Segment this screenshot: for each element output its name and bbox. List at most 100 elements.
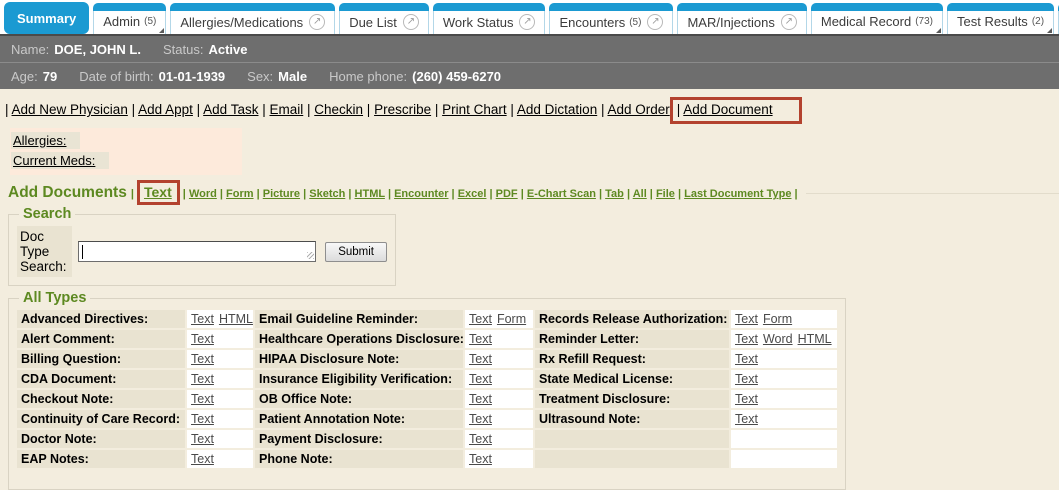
action-link-add-document[interactable]: Add Document [683, 102, 772, 117]
doc-open-link-text[interactable]: Text [735, 412, 758, 426]
tab-due-list[interactable]: Due List ↗ [339, 3, 429, 34]
doc-type-link-e-chart-scan[interactable]: E-Chart Scan [527, 188, 596, 200]
doc-links-cell: Text [731, 350, 837, 368]
tab-label: Summary [17, 11, 76, 26]
tab-mar-injections[interactable]: MAR/Injections↗ [677, 3, 806, 34]
tab-label: Test Results [957, 14, 1028, 29]
tab-content-row: Admin(5) [94, 11, 165, 33]
patient-status: Active [208, 42, 247, 57]
tab-test-results[interactable]: Test Results(2) [947, 3, 1054, 34]
action-link-checkin[interactable]: Checkin [314, 102, 363, 117]
highlight-box-text: Text [137, 180, 180, 205]
action-link-add-task[interactable]: Add Task [203, 102, 258, 117]
tab-count: (5) [629, 17, 641, 28]
tab-content-row: Encounters (5) ↗ [550, 11, 672, 34]
doc-type-link-excel[interactable]: Excel [458, 188, 487, 200]
doc-label-state-medical-license: State Medical License: [535, 370, 729, 388]
action-link-print-chart[interactable]: Print Chart [442, 102, 507, 117]
doc-links-cell: Text [187, 370, 253, 388]
action-link-add-dictation[interactable]: Add Dictation [517, 102, 597, 117]
doc-open-link-form[interactable]: Form [763, 312, 792, 326]
doc-open-link-text[interactable]: Text [469, 392, 492, 406]
doc-open-link-word[interactable]: Word [763, 332, 793, 346]
doc-type-link-last-document-type[interactable]: Last Document Type [684, 188, 791, 200]
current-meds-link[interactable]: Current Meds: [11, 152, 109, 169]
doc-label-hipaa-disclosure-note: HIPAA Disclosure Note: [255, 350, 463, 368]
doc-type-link-sketch[interactable]: Sketch [309, 188, 345, 200]
action-link-add-new-physician[interactable]: Add New Physician [12, 102, 128, 117]
doc-type-link-picture[interactable]: Picture [263, 188, 300, 200]
tab-work-status[interactable]: Work Status ↗ [433, 3, 546, 34]
doc-type-link-word[interactable]: Word [189, 188, 217, 200]
tab-allergies-medications[interactable]: Allergies/Medications↗ [170, 3, 335, 34]
doc-open-link-text[interactable]: Text [469, 452, 492, 466]
doc-open-link-text[interactable]: Text [191, 392, 214, 406]
doc-type-search-input[interactable] [78, 241, 316, 262]
doc-open-link-text[interactable]: Text [191, 412, 214, 426]
open-in-new-icon[interactable]: ↗ [519, 14, 535, 30]
open-in-new-icon[interactable]: ↗ [403, 14, 419, 30]
doc-open-link-text[interactable]: Text [735, 352, 758, 366]
tab-medical-record[interactable]: Medical Record(73) [811, 3, 943, 34]
doc-label-rx-refill-request: Rx Refill Request: [535, 350, 729, 368]
doc-links-cell: Text [187, 390, 253, 408]
dropdown-corner-icon [936, 28, 941, 33]
tab-content-row: Test Results(2) [948, 11, 1053, 33]
tab-top-strip [947, 3, 1054, 11]
doc-open-link-text[interactable]: Text [191, 312, 214, 326]
doc-open-link-text[interactable]: Text [469, 432, 492, 446]
doc-label-empty [535, 450, 729, 468]
doc-links-cell: Text [731, 410, 837, 428]
doc-open-link-text[interactable]: Text [191, 432, 214, 446]
doc-open-link-text[interactable]: Text [735, 392, 758, 406]
resize-handle-icon [307, 252, 314, 259]
doc-open-link-text[interactable]: Text [469, 412, 492, 426]
doc-label-phone-note: Phone Note: [255, 450, 463, 468]
doc-open-link-text[interactable]: Text [469, 312, 492, 326]
doc-type-link-pdf[interactable]: PDF [496, 188, 518, 200]
open-in-new-icon[interactable]: ↗ [309, 14, 325, 30]
tab-encounters[interactable]: Encounters (5) ↗ [549, 3, 673, 34]
text-caret [82, 245, 83, 259]
action-link-add-order[interactable]: Add Order [607, 102, 669, 117]
action-link-add-appt[interactable]: Add Appt [138, 102, 193, 117]
doc-open-link-text[interactable]: Text [735, 372, 758, 386]
doc-links-cell: Text [731, 370, 837, 388]
tab-label: Encounters [559, 15, 625, 30]
doc-label-records-release-authorization: Records Release Authorization: [535, 310, 729, 328]
doc-links-cell: Text [187, 410, 253, 428]
doc-type-link-html[interactable]: HTML [355, 188, 385, 200]
doc-open-link-text[interactable]: Text [735, 312, 758, 326]
tab-label: Work Status [443, 15, 514, 30]
allergies-link[interactable]: Allergies: [11, 132, 80, 149]
tab-content-row: Summary [5, 3, 88, 33]
doc-open-link-text[interactable]: Text [469, 332, 492, 346]
tab-label: Due List [349, 15, 397, 30]
doc-open-link-form[interactable]: Form [497, 312, 526, 326]
doc-type-link-encounter[interactable]: Encounter [394, 188, 448, 200]
action-link-prescribe[interactable]: Prescribe [374, 102, 431, 117]
doc-open-link-text[interactable]: Text [191, 352, 214, 366]
doc-type-link-file[interactable]: File [656, 188, 675, 200]
doc-open-link-html[interactable]: HTML [798, 332, 832, 346]
doc-type-link-tab[interactable]: Tab [605, 188, 624, 200]
doc-open-link-text[interactable]: Text [469, 372, 492, 386]
tab-label: Medical Record [821, 14, 911, 29]
doc-open-link-text[interactable]: Text [469, 352, 492, 366]
open-in-new-icon[interactable]: ↗ [781, 14, 797, 30]
doc-open-link-html[interactable]: HTML [219, 312, 253, 326]
patient-sex: Male [278, 69, 307, 84]
highlight-box-add-document: | Add Document [670, 97, 802, 124]
submit-button[interactable]: Submit [325, 242, 387, 262]
doc-type-link-text[interactable]: Text [144, 184, 172, 200]
doc-open-link-text[interactable]: Text [191, 452, 214, 466]
open-in-new-icon[interactable]: ↗ [647, 14, 663, 30]
doc-type-link-form[interactable]: Form [226, 188, 254, 200]
action-link-email[interactable]: Email [269, 102, 303, 117]
tab-admin[interactable]: Admin(5) [93, 3, 166, 34]
doc-open-link-text[interactable]: Text [735, 332, 758, 346]
doc-type-link-all[interactable]: All [633, 188, 647, 200]
tab-summary[interactable]: Summary [4, 2, 89, 34]
doc-open-link-text[interactable]: Text [191, 332, 214, 346]
doc-open-link-text[interactable]: Text [191, 372, 214, 386]
